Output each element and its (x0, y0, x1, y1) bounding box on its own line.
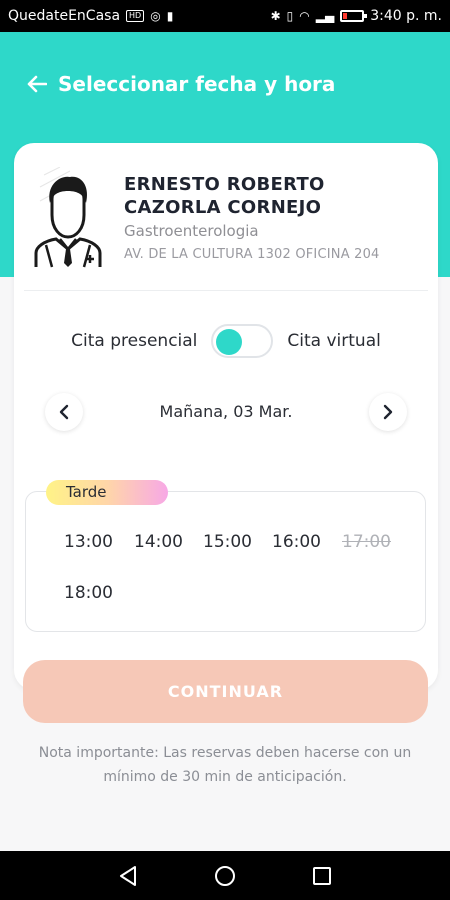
bluetooth-icon: ✱ (270, 9, 281, 23)
home-circle-icon[interactable] (205, 856, 245, 896)
in-person-label[interactable]: Cita presencial (71, 331, 197, 351)
next-day-button[interactable] (369, 393, 407, 431)
doctor-address: AV. DE LA CULTURA 1302 OFICINA 204 (124, 247, 380, 262)
virtual-label[interactable]: Cita virtual (287, 331, 380, 351)
doctor-avatar-icon (30, 166, 106, 271)
time-slot-unavailable: 17:00 (342, 532, 391, 552)
time-slot[interactable]: 16:00 (272, 532, 321, 552)
time-slot[interactable]: 18:00 (64, 583, 113, 603)
carrier-label: QuedateEnCasa (8, 8, 121, 24)
chevron-right-icon (383, 404, 393, 420)
appointment-type-switch[interactable] (211, 324, 274, 358)
divider (24, 290, 428, 291)
hd-badge-icon: HD (126, 10, 145, 22)
recents-square-icon[interactable] (302, 856, 342, 896)
signal-icon: ▂▄ (315, 9, 335, 23)
clock: 3:40 p. m. (370, 8, 442, 24)
date-picker: Mañana, 03 Mar. (14, 393, 438, 431)
time-slot[interactable]: 13:00 (64, 532, 113, 552)
sim-icon: ▮ (166, 9, 174, 23)
time-slot[interactable]: 14:00 (134, 532, 183, 552)
vibrate-icon: ▯ (286, 9, 294, 23)
period-badge: Tarde (46, 480, 168, 505)
switch-knob (216, 329, 243, 355)
back-triangle-icon[interactable] (108, 856, 148, 896)
time-slot[interactable]: 15:00 (203, 532, 252, 552)
back-arrow-icon[interactable] (26, 73, 48, 95)
doctor-specialty: Gastroenterologia (124, 222, 259, 240)
time-slots-panel: 13:00 14:00 15:00 16:00 17:00 18:00 (25, 491, 426, 632)
appointment-card: ERNESTO ROBERTO CAZORLA CORNEJO Gastroen… (14, 143, 438, 690)
important-note: Nota importante: Las reservas deben hace… (38, 745, 412, 785)
doctor-name: ERNESTO ROBERTO CAZORLA CORNEJO (124, 174, 325, 218)
whatsapp-icon: ◎ (150, 9, 161, 23)
page-header: Seleccionar fecha y hora (26, 72, 335, 96)
system-navigation-bar (0, 851, 450, 900)
battery-icon (340, 10, 368, 22)
status-bar: QuedateEnCasa HD ◎ ▮ ✱ ▯ ◠ ▂▄ 3:40 p. m. (0, 0, 450, 32)
appointment-type-toggle: Cita presencial Cita virtual (14, 323, 438, 359)
continue-button[interactable]: CONTINUAR (23, 660, 428, 723)
page-title: Seleccionar fecha y hora (58, 72, 336, 96)
wifi-icon: ◠ (299, 9, 310, 23)
